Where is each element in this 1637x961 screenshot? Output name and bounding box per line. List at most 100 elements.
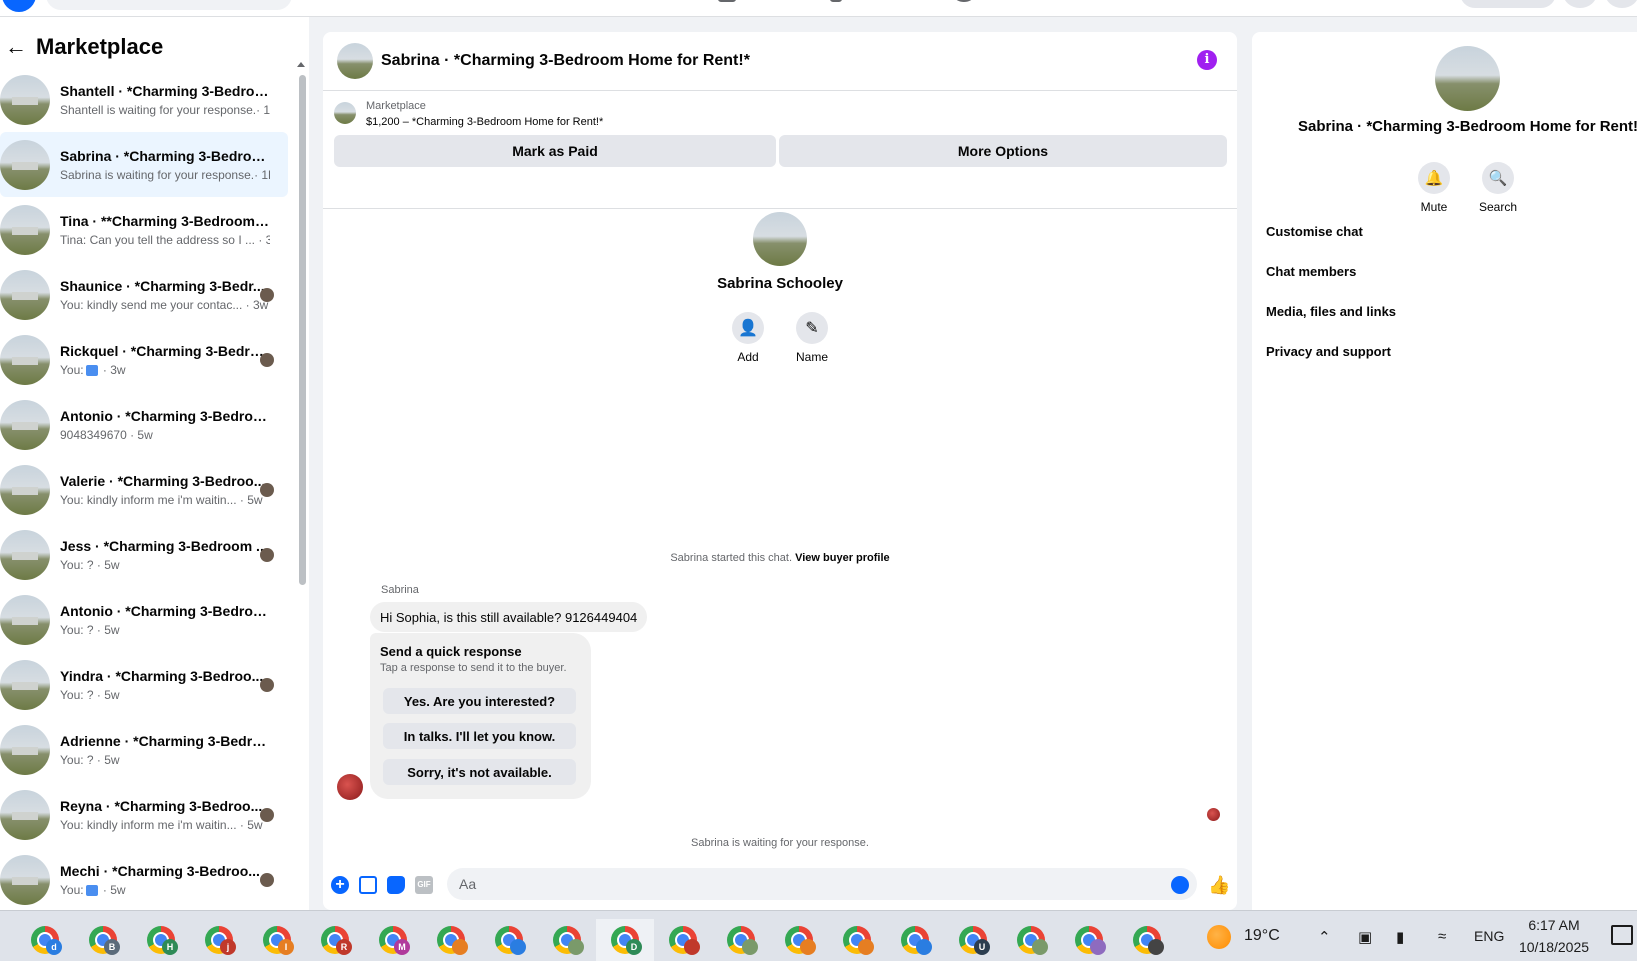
back-arrow-icon[interactable]: ← <box>2 33 30 61</box>
conversation-avatar[interactable] <box>0 204 50 255</box>
conversation-item[interactable]: Valerie · *Charming 3-Bedroo... You: kind… <box>0 457 288 522</box>
quick-response-not-available-button[interactable]: Sorry, it's not available. <box>383 759 576 785</box>
taskbar-chrome-app[interactable] <box>828 919 886 961</box>
scroll-up-arrow[interactable] <box>297 62 305 67</box>
weather-sun-icon[interactable] <box>1207 925 1231 949</box>
taskbar-chrome-app[interactable] <box>422 919 480 961</box>
details-avatar[interactable] <box>1435 46 1500 111</box>
conversation-item[interactable]: Adrienne · *Charming 3-Bedroo... You: ? ·… <box>0 717 288 782</box>
conversation-avatar[interactable] <box>0 334 50 385</box>
edit-name-action[interactable]: ✎ Name <box>793 312 831 364</box>
menu-chat-members[interactable]: Chat members <box>1266 262 1396 302</box>
taskbar-chrome-app[interactable]: B <box>74 919 132 961</box>
conversation-item[interactable]: Yindra · *Charming 3-Bedroo... You: ? · 5… <box>0 652 288 717</box>
language-indicator[interactable]: ENG <box>1474 928 1504 944</box>
conversation-avatar[interactable] <box>0 789 50 840</box>
conversation-list-scrollbar[interactable] <box>299 75 306 585</box>
conversation-avatar[interactable] <box>0 139 50 190</box>
more-options-button[interactable]: More Options <box>779 135 1227 167</box>
conversation-item[interactable]: Jess · *Charming 3-Bedroom ... You: ? · 5… <box>0 522 288 587</box>
menu-grid-icon[interactable] <box>1563 0 1597 8</box>
meeting-icon[interactable]: ▣ <box>1358 928 1372 946</box>
conversation-item[interactable]: Reyna · *Charming 3-Bedroo... You: kindly… <box>0 782 288 847</box>
taskbar-chrome-app[interactable]: U <box>944 919 1002 961</box>
facebook-search-bar[interactable] <box>46 0 292 10</box>
quick-response-yes-button[interactable]: Yes. Are you interested? <box>383 688 576 714</box>
taskbar-chrome-app[interactable]: R <box>306 919 364 961</box>
emoji-icon[interactable] <box>1171 876 1189 894</box>
conversation-avatar[interactable] <box>0 659 50 710</box>
taskbar-chrome-app[interactable] <box>480 919 538 961</box>
menu-customise-chat[interactable]: Customise chat <box>1266 222 1396 262</box>
conversation-avatar[interactable] <box>0 529 50 580</box>
sender-avatar[interactable] <box>337 774 363 800</box>
find-friends-button[interactable] <box>1460 0 1556 8</box>
search-icon[interactable]: 🔍 <box>1482 162 1514 194</box>
thumbs-up-icon[interactable]: 👍 <box>1208 875 1230 895</box>
profile-avatar[interactable] <box>753 212 807 266</box>
menu-media-files-links[interactable]: Media, files and links <box>1266 302 1396 342</box>
menu-privacy-support[interactable]: Privacy and support <box>1266 342 1396 382</box>
conversation-item[interactable]: Tina · **Charming 3-Bedroom H... Tina: Ca… <box>0 197 288 262</box>
conversation-item[interactable]: Antonio · *Charming 3-Bedroom... 90483496… <box>0 392 288 457</box>
add-person-icon[interactable]: 👤 <box>732 312 764 344</box>
photo-icon[interactable] <box>359 876 377 894</box>
taskbar-chrome-app[interactable] <box>1118 919 1176 961</box>
taskbar-chrome-app[interactable] <box>886 919 944 961</box>
bell-icon[interactable]: 🔔 <box>1418 162 1450 194</box>
mute-action[interactable]: 🔔 Mute <box>1417 162 1451 214</box>
clock-date[interactable]: 10/18/2025 <box>1514 939 1594 955</box>
conversation-info-icon[interactable]: i <box>1197 50 1217 70</box>
taskbar-chrome-app[interactable] <box>538 919 596 961</box>
pencil-icon[interactable]: ✎ <box>796 312 828 344</box>
taskbar-chrome-app[interactable] <box>1002 919 1060 961</box>
nav-home-icon[interactable] <box>718 0 736 2</box>
taskbar-chrome-app[interactable]: d <box>16 919 74 961</box>
taskbar-chrome-app[interactable]: I <box>248 919 306 961</box>
chat-header-title[interactable]: Sabrina · *Charming 3-Bedroom Home for R… <box>381 52 750 70</box>
search-action[interactable]: 🔍 Search <box>1479 162 1517 214</box>
taskbar-chrome-app[interactable]: j <box>190 919 248 961</box>
conversation-item[interactable]: Shaunice · *Charming 3-Bedr... You: kindl… <box>0 262 288 327</box>
taskbar-chrome-app[interactable]: D <box>596 919 654 961</box>
listing-thumbnail[interactable] <box>334 102 356 124</box>
taskbar-chrome-app[interactable] <box>1060 919 1118 961</box>
sticker-icon[interactable] <box>387 876 405 894</box>
battery-icon[interactable]: ▮ <box>1396 928 1404 946</box>
taskbar-chrome-app[interactable] <box>654 919 712 961</box>
message-input[interactable] <box>447 868 1197 900</box>
quick-response-in-talks-button[interactable]: In talks. I'll let you know. <box>383 723 576 749</box>
facebook-logo-icon[interactable] <box>2 0 36 12</box>
conversation-avatar[interactable] <box>0 399 50 450</box>
clock-time[interactable]: 6:17 AM <box>1514 917 1594 933</box>
conversation-avatar[interactable] <box>0 724 50 775</box>
taskbar-chrome-app[interactable]: M <box>364 919 422 961</box>
plus-icon[interactable]: + <box>331 876 349 894</box>
chevron-up-icon[interactable]: ⌃ <box>1318 928 1331 946</box>
messenger-icon[interactable] <box>1605 0 1637 8</box>
conversation-item[interactable]: Antonio · *Charming 3-Bedroom... You: ? ·… <box>0 587 288 652</box>
taskbar-chrome-app[interactable] <box>770 919 828 961</box>
mark-as-paid-button[interactable]: Mark as Paid <box>334 135 776 167</box>
taskbar-chrome-app[interactable] <box>712 919 770 961</box>
conversation-avatar[interactable] <box>0 854 50 905</box>
listing-price-title[interactable]: $1,200 – *Charming 3-Bedroom Home for Re… <box>366 116 603 128</box>
conversation-item[interactable]: Sabrina · *Charming 3-Bedroom... Sabrina … <box>0 132 288 197</box>
conversation-avatar[interactable] <box>0 464 50 515</box>
conversation-item[interactable]: Mechi · *Charming 3-Bedroo... You: · 5w <box>0 847 288 910</box>
add-person-action[interactable]: 👤 Add <box>729 312 767 364</box>
conversation-item[interactable]: Rickquel · *Charming 3-Bedro... You: · 3w <box>0 327 288 392</box>
conversation-avatar[interactable] <box>0 269 50 320</box>
nav-watch-icon[interactable] <box>830 0 842 2</box>
conversation-item[interactable]: Shantell · *Charming 3-Bedroom... Shantel… <box>0 67 288 132</box>
notification-icon[interactable] <box>1611 925 1633 945</box>
wifi-icon[interactable]: ≈ <box>1438 928 1446 945</box>
gif-icon[interactable]: GIF <box>415 876 433 894</box>
conversation-avatar[interactable] <box>0 594 50 645</box>
nav-groups-icon[interactable] <box>955 0 973 2</box>
chat-header-avatar[interactable] <box>337 43 373 79</box>
conversation-avatar[interactable] <box>0 74 50 125</box>
weather-temperature[interactable]: 19°C <box>1244 927 1280 945</box>
taskbar-chrome-app[interactable]: H <box>132 919 190 961</box>
view-buyer-profile-link[interactable]: View buyer profile <box>795 552 890 564</box>
